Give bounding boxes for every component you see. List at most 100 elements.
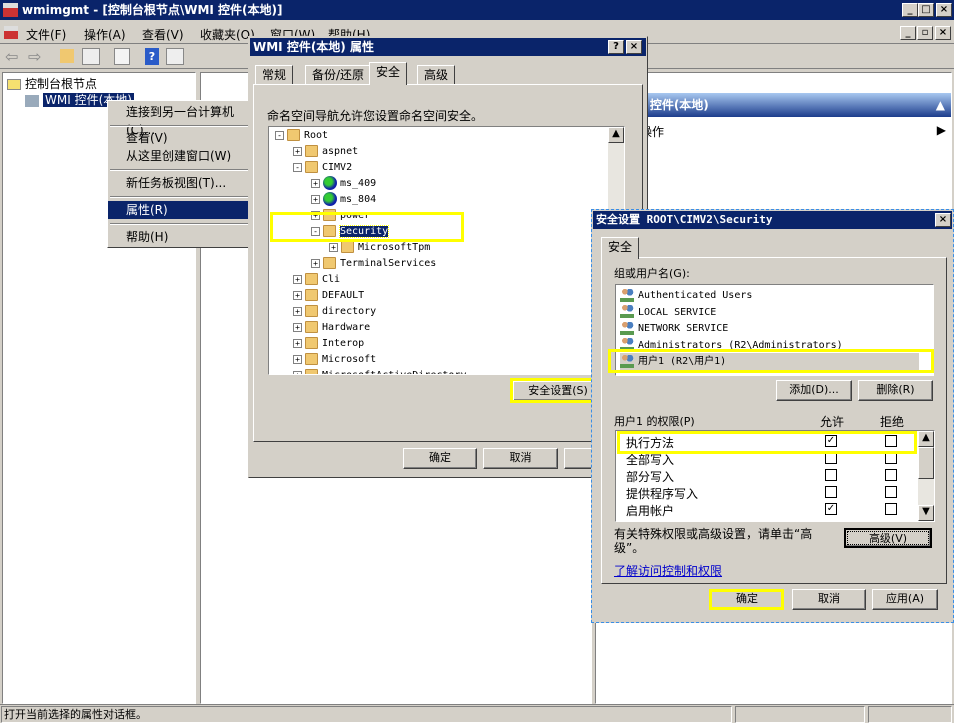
tree-node-label: TerminalServices (340, 258, 437, 269)
expand-icon[interactable]: + (293, 274, 302, 284)
learn-access-control-link[interactable]: 了解访问控制和权限 (614, 562, 722, 579)
expand-icon[interactable]: + (311, 258, 320, 268)
expand-icon[interactable]: + (311, 194, 320, 204)
tree-node[interactable]: + Cli (293, 272, 340, 288)
tree-node[interactable]: + MicrosoftTpm (329, 240, 430, 256)
allow-checkbox[interactable] (825, 469, 837, 481)
expand-icon[interactable]: + (293, 370, 302, 374)
user-list-item[interactable]: Authenticated Users (620, 287, 752, 304)
add-button[interactable]: 添加(D)... (776, 380, 852, 401)
expand-icon[interactable]: + (293, 290, 302, 300)
tree-node[interactable]: + Hardware (293, 320, 370, 336)
tree-node[interactable]: + ms_409 (311, 176, 376, 192)
tab-general[interactable]: 常规 (255, 65, 294, 85)
properties-icon[interactable] (114, 48, 130, 65)
deny-checkbox[interactable] (885, 503, 897, 515)
tree-node[interactable]: + Microsoft (293, 352, 376, 368)
scroll-up-button[interactable]: ▲ (608, 127, 624, 143)
tree-node[interactable]: + ms_804 (311, 192, 376, 208)
child-close-button[interactable]: × (935, 26, 951, 40)
scroll-thumb[interactable] (918, 447, 934, 479)
tree-node[interactable]: + directory (293, 304, 376, 320)
user-list-item[interactable]: NETWORK SERVICE (620, 320, 728, 337)
folder-icon (323, 257, 336, 269)
cancel-button[interactable]: 取消 (792, 589, 866, 610)
user-list-item[interactable]: LOCAL SERVICE (620, 304, 716, 321)
status-bar: 打开当前选择的属性对话框。 (0, 704, 954, 723)
tree-item-console-root[interactable]: 控制台根节点 (7, 75, 97, 92)
advanced-button[interactable]: 高级(V) (844, 528, 932, 548)
maximize-button[interactable]: □ (918, 3, 934, 17)
tree-node[interactable]: - CIMV2 (293, 160, 352, 176)
menu-item-help[interactable]: 帮助(H) (108, 228, 251, 246)
help-icon[interactable]: ? (145, 48, 159, 65)
remove-button[interactable]: 删除(R) (858, 380, 933, 401)
show-tree-icon[interactable] (82, 48, 100, 65)
help-button[interactable]: ? (608, 40, 624, 54)
allow-checkbox[interactable] (825, 486, 837, 498)
permissions-label: 用户1 的权限(P) (614, 415, 695, 428)
mmc-icon (4, 26, 18, 39)
menu-item-view[interactable]: 查看(V) (108, 129, 251, 147)
perm-scrollbar[interactable]: ▲ ▼ (918, 431, 934, 521)
back-icon[interactable]: ⇦ (5, 47, 18, 66)
collapse-icon[interactable]: ▲ (936, 93, 945, 117)
menu-favorites[interactable]: 收藏夹(O) (200, 26, 255, 43)
tree-node[interactable]: - Root (275, 128, 328, 144)
deny-checkbox[interactable] (885, 469, 897, 481)
child-restore-button[interactable]: ▫ (917, 26, 933, 40)
scroll-down-button[interactable]: ▼ (918, 505, 934, 521)
menu-item-connect[interactable]: 连接到另一台计算机(C)... (108, 103, 251, 137)
menu-view[interactable]: 查看(V) (142, 26, 184, 43)
up-folder-icon[interactable] (60, 49, 74, 63)
highlight-security-node (270, 212, 464, 242)
expand-icon[interactable]: + (293, 322, 302, 332)
folder-icon (305, 305, 318, 317)
allow-checkbox[interactable]: ✓ (825, 503, 837, 515)
close-button[interactable]: × (936, 3, 952, 17)
actions-header[interactable]: WMI 控件(本地) ▲ (596, 93, 951, 117)
close-button[interactable]: × (626, 40, 642, 54)
group-icon (620, 288, 634, 302)
ok-button[interactable]: 确定 (403, 448, 477, 469)
tree-node[interactable]: + TerminalServices (311, 256, 436, 272)
permission-name: 提供程序写入 (626, 487, 699, 501)
tab-backup[interactable]: 备份/还原 (305, 65, 372, 85)
tree-node[interactable]: + DEFAULT (293, 288, 364, 304)
folder-icon (305, 145, 318, 157)
collapse-icon[interactable]: - (275, 130, 284, 140)
tab-security[interactable]: 安全 (601, 237, 640, 259)
tab-advanced[interactable]: 高级 (417, 65, 456, 85)
expand-icon[interactable]: + (293, 146, 302, 156)
tab-security[interactable]: 安全 (369, 62, 408, 85)
child-minimize-button[interactable]: _ (900, 26, 916, 40)
deny-checkbox[interactable] (885, 486, 897, 498)
menu-item-taskpad[interactable]: 新任务板视图(T)... (108, 174, 251, 192)
show-action-pane-icon[interactable] (166, 48, 184, 65)
expand-icon[interactable]: + (311, 178, 320, 188)
more-actions[interactable]: 更多操作▶ (616, 123, 946, 140)
expand-icon[interactable]: + (293, 306, 302, 316)
forward-icon[interactable]: ⇨ (28, 47, 41, 66)
tree-node[interactable]: + MicrosoftActiveDirectory (293, 368, 467, 374)
status-panel (735, 706, 865, 723)
menu-action[interactable]: 操作(A) (84, 26, 126, 43)
scroll-up-button[interactable]: ▲ (918, 431, 934, 447)
expand-icon[interactable]: + (293, 354, 302, 364)
menu-file[interactable]: 文件(F) (26, 26, 66, 43)
apply-button[interactable]: 应用(A) (872, 589, 938, 610)
tree-node[interactable]: + aspnet (293, 144, 358, 160)
tree-node[interactable]: + Interop (293, 336, 364, 352)
collapse-icon[interactable]: - (293, 162, 302, 172)
expand-icon[interactable]: + (329, 242, 338, 252)
close-button[interactable]: × (935, 213, 951, 227)
folder-icon (305, 161, 318, 173)
status-panel (868, 706, 952, 723)
minimize-button[interactable]: _ (902, 3, 918, 17)
menu-item-properties[interactable]: 属性(R) (108, 201, 251, 219)
permission-row: 启用帐户 ✓ (616, 501, 916, 518)
cancel-button[interactable]: 取消 (483, 448, 558, 469)
expand-icon[interactable]: + (293, 338, 302, 348)
menu-item-new-window[interactable]: 从这里创建窗口(W) (108, 147, 251, 165)
namespace-tree[interactable]: - Root + aspnet - CIMV2 + ms_409 + ms_804 + power - S… (268, 126, 625, 375)
